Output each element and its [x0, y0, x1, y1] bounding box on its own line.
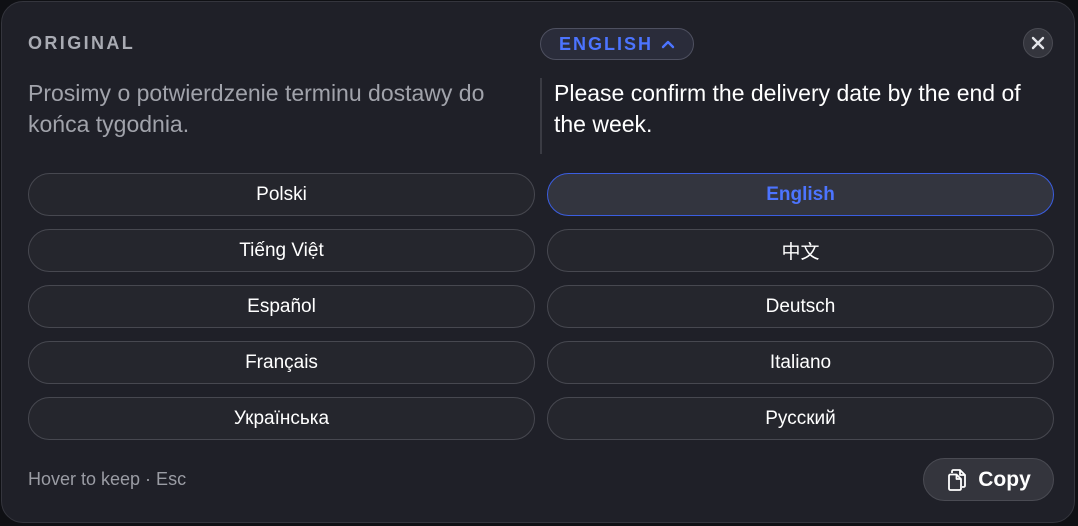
divider [540, 78, 542, 154]
language-button-tieng-viet[interactable]: Tiếng Việt [28, 229, 535, 272]
language-button-italiano[interactable]: Italiano [547, 341, 1054, 384]
language-button-ukrainian[interactable]: Українська [28, 397, 535, 440]
close-icon [1031, 36, 1045, 50]
translation-popup: ORIGINAL ENGLISH Prosimy o potwierdzenie… [1, 1, 1075, 523]
language-button-polski[interactable]: Polski [28, 173, 535, 216]
language-button-deutsch[interactable]: Deutsch [547, 285, 1054, 328]
chevron-up-icon [661, 40, 675, 49]
translated-text: Please confirm the delivery date by the … [554, 80, 1021, 137]
source-text: Prosimy o potwierdzenie terminu dostawy … [28, 80, 485, 137]
close-button[interactable] [1023, 28, 1053, 58]
copy-label: Copy [978, 467, 1031, 491]
footer-hint: Hover to keep · Esc [28, 469, 187, 489]
language-button-chinese[interactable]: 中文 [547, 229, 1054, 272]
target-language-label: ENGLISH [558, 33, 653, 54]
language-button-english[interactable]: English [547, 173, 1054, 216]
language-button-espanol[interactable]: Español [28, 285, 535, 328]
copy-button[interactable]: Copy [923, 458, 1054, 501]
original-label: ORIGINAL [28, 33, 136, 53]
language-button-russian[interactable]: Русский [547, 397, 1054, 440]
language-grid: Polski English Tiếng Việt 中文 Español Deu… [28, 173, 1054, 440]
copy-icon [948, 468, 967, 491]
target-language-dropdown[interactable]: ENGLISH [540, 28, 694, 60]
language-button-francais[interactable]: Français [28, 341, 535, 384]
